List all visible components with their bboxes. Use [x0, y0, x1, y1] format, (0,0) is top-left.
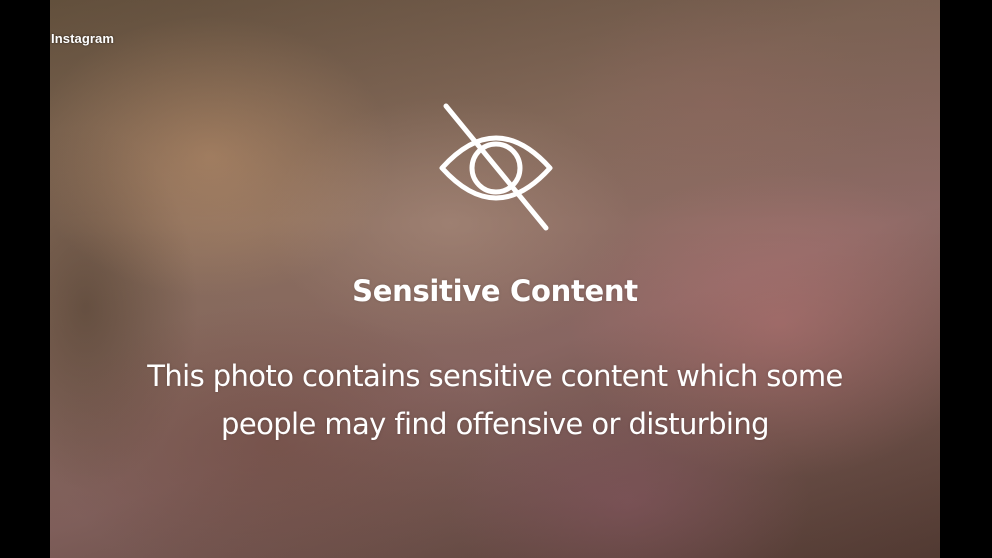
- video-frame: Instagram Sensitive Content This photo c…: [0, 0, 992, 558]
- sensitive-content-message: This photo contains sensitive content wh…: [147, 359, 843, 441]
- eye-slash-icon[interactable]: [436, 100, 556, 234]
- sensitive-content-title: Sensitive Content: [352, 274, 638, 308]
- source-watermark: Instagram: [51, 31, 115, 46]
- letterbox-left: [0, 0, 50, 558]
- letterbox-right: [940, 0, 992, 558]
